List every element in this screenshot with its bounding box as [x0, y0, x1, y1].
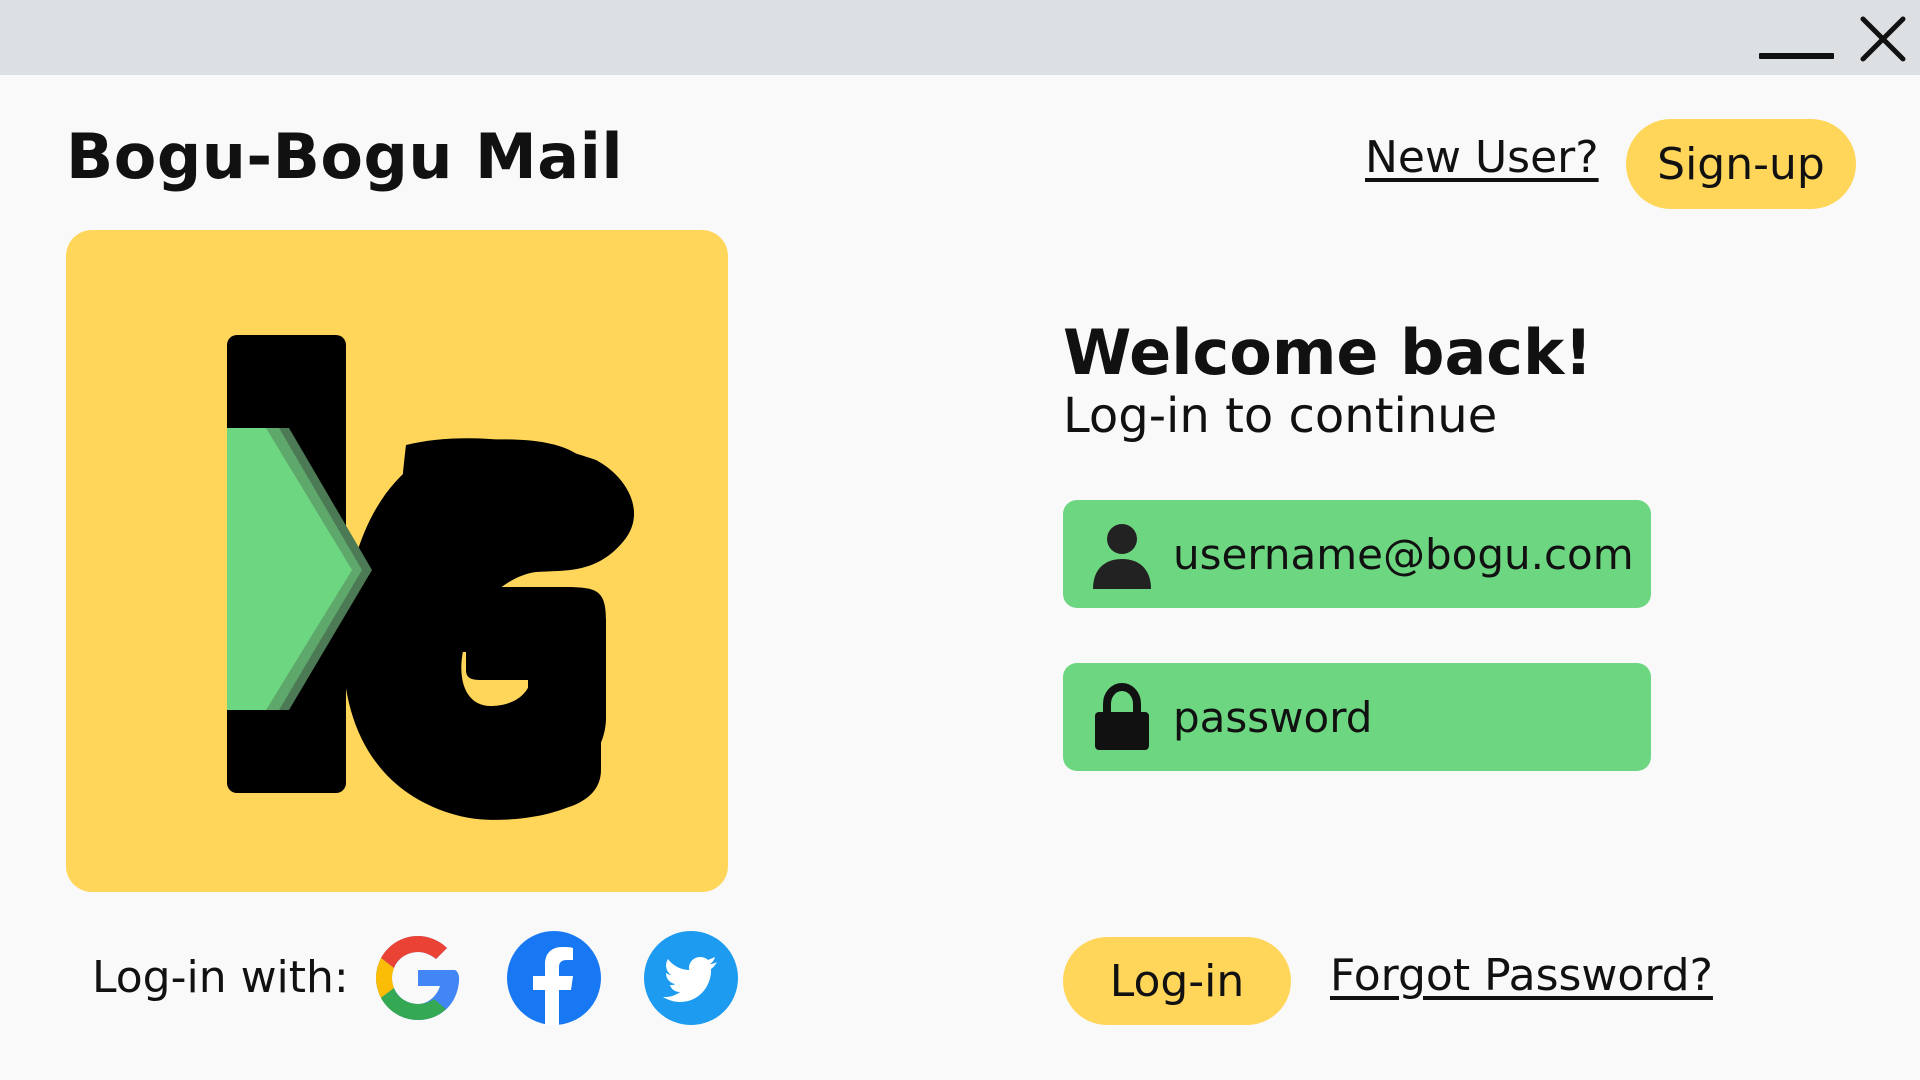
forgot-password-link[interactable]: Forgot Password? [1330, 950, 1713, 1001]
welcome-title: Welcome back! [1063, 316, 1593, 389]
close-icon[interactable] [1858, 14, 1908, 64]
minimize-icon[interactable] [1759, 53, 1834, 59]
window-titlebar [0, 0, 1920, 75]
social-login-label: Log-in with: [92, 952, 349, 1003]
password-field[interactable] [1063, 663, 1651, 771]
facebook-icon[interactable] [506, 930, 602, 1026]
username-input[interactable] [1173, 500, 1643, 608]
google-icon[interactable] [370, 930, 466, 1026]
user-icon [1093, 524, 1151, 589]
bogu-logo [66, 230, 728, 892]
welcome-subtitle: Log-in to continue [1063, 388, 1498, 444]
username-field[interactable] [1063, 500, 1651, 608]
twitter-icon[interactable] [643, 930, 739, 1026]
signup-button[interactable]: Sign-up [1626, 119, 1856, 209]
login-button[interactable]: Log-in [1063, 937, 1291, 1025]
lock-icon [1095, 682, 1149, 750]
app-title: Bogu-Bogu Mail [66, 120, 624, 193]
new-user-link[interactable]: New User? [1365, 132, 1599, 183]
bogu-logo-graphic [227, 335, 635, 820]
password-input[interactable] [1173, 663, 1643, 771]
